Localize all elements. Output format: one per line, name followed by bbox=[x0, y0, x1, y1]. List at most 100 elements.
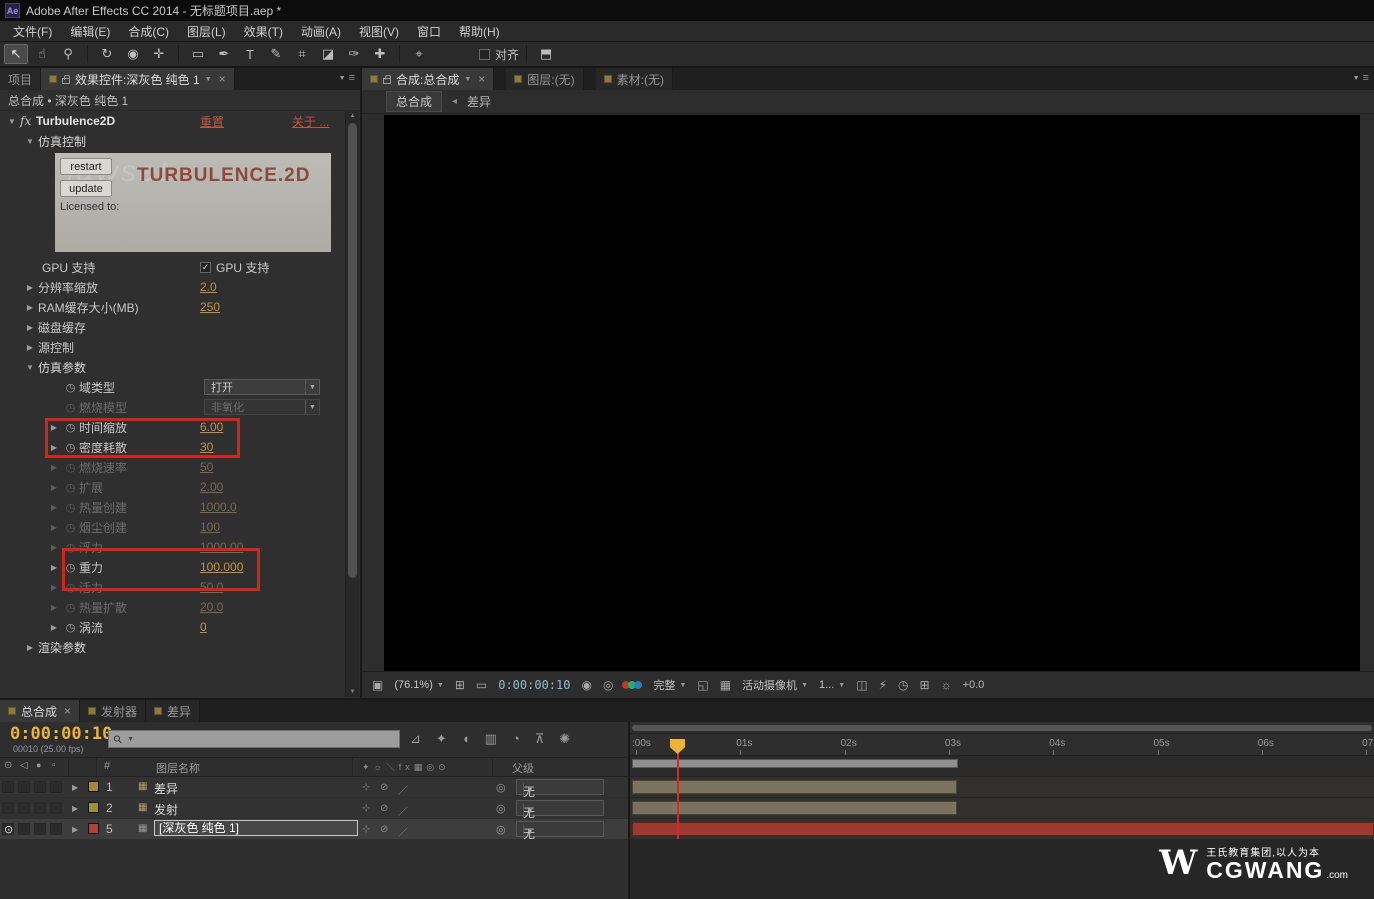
menu-item[interactable]: 合成(C) bbox=[119, 21, 178, 41]
stopwatch-icon[interactable]: ◷ bbox=[62, 441, 79, 454]
stopwatch-icon[interactable]: ◷ bbox=[62, 541, 79, 554]
timeline-tab-3[interactable]: 差异 bbox=[146, 700, 201, 722]
effect-group-row[interactable]: ▶ 渲染参数 bbox=[0, 637, 360, 657]
sim-control-group-row[interactable]: ▼ 仿真控制 bbox=[0, 131, 360, 151]
param-value[interactable]: 0 bbox=[200, 620, 207, 634]
timeline-button-icon[interactable]: ◷ bbox=[898, 678, 908, 692]
effect-param-row[interactable]: ▶ 源控制 bbox=[0, 337, 360, 357]
effect-param-row[interactable]: ▶ ◷ 扩展 2.00 bbox=[0, 477, 360, 497]
layer-switch-cell[interactable] bbox=[34, 781, 46, 793]
param-value[interactable]: 100.000 bbox=[200, 560, 243, 574]
effect-param-row[interactable]: ▶ ◷ 活力 50.0 bbox=[0, 577, 360, 597]
param-value[interactable]: 2.00 bbox=[200, 480, 223, 494]
twirl-icon[interactable]: ▶ bbox=[46, 583, 62, 592]
twirl-icon[interactable]: ▶ bbox=[46, 503, 62, 512]
effect-param-row[interactable]: ▶ ◷ 重力 100.000 bbox=[0, 557, 360, 577]
roi-icon[interactable]: ◱ bbox=[697, 678, 708, 692]
layer-switch-icon[interactable]: ／ bbox=[398, 782, 408, 797]
twirl-icon[interactable]: ▶ bbox=[46, 483, 62, 492]
viewer-timecode[interactable]: 0:00:00:10 bbox=[498, 678, 570, 692]
parent-dropdown[interactable]: 无 ▼ bbox=[516, 779, 604, 799]
layer-switch-icon[interactable]: ⊘ bbox=[380, 782, 388, 793]
panel-menu-icon[interactable]: ▼ ≡ bbox=[339, 72, 355, 84]
effect-param-row[interactable]: ▶ ◷ 热量创建 1000.0 bbox=[0, 497, 360, 517]
layer-duration-bar[interactable] bbox=[632, 822, 1374, 836]
layer-name[interactable]: 发射 bbox=[154, 801, 178, 818]
lock-icon[interactable] bbox=[383, 74, 391, 84]
menu-item[interactable]: 动画(A) bbox=[292, 21, 350, 41]
brush-tool-icon[interactable]: ✎ bbox=[264, 44, 288, 64]
menu-item[interactable]: 窗口 bbox=[408, 21, 450, 41]
scroll-down-icon[interactable]: ▼ bbox=[346, 687, 359, 697]
update-button[interactable]: update bbox=[60, 180, 112, 197]
parent-dropdown[interactable]: 无 ▼ bbox=[516, 800, 604, 820]
eraser-tool-icon[interactable]: ◪ bbox=[316, 44, 340, 64]
layer-switch-icon[interactable]: ⊹ bbox=[362, 803, 370, 814]
stopwatch-icon[interactable]: ◷ bbox=[62, 561, 79, 574]
current-time-indicator-line[interactable] bbox=[677, 739, 679, 839]
stopwatch-icon[interactable]: ◷ bbox=[62, 521, 79, 534]
menu-item[interactable]: 编辑(E) bbox=[61, 21, 119, 41]
effect-param-row[interactable]: ▶ ◷ 燃烧速率 50 bbox=[0, 457, 360, 477]
grid-options-icon[interactable]: ⊞ bbox=[455, 678, 465, 692]
chevron-down-icon[interactable]: ▼ bbox=[205, 76, 212, 83]
layer-switch-icon[interactable]: ⊘ bbox=[380, 824, 388, 835]
effect-param-row[interactable]: ▶ ◷ 热量扩散 20.0 bbox=[0, 597, 360, 617]
param-value[interactable]: 250 bbox=[200, 300, 220, 314]
stopwatch-icon[interactable]: ◷ bbox=[62, 621, 79, 634]
twirl-icon[interactable]: ▶ bbox=[46, 423, 62, 432]
gpu-checkbox[interactable]: ✓ bbox=[200, 261, 211, 273]
comp-breadcrumb[interactable]: 总合成 bbox=[386, 91, 443, 112]
tab-project[interactable]: 项目 bbox=[0, 68, 42, 90]
motion-blur-icon[interactable]: ◔ bbox=[512, 731, 520, 747]
layer-track[interactable] bbox=[630, 777, 1374, 797]
show-snapshot-icon[interactable]: ◎ bbox=[603, 678, 613, 692]
selection-tool-icon[interactable]: ↖ bbox=[4, 44, 28, 64]
snapshot-icon[interactable]: ◉ bbox=[581, 678, 591, 692]
roto-brush-tool-icon[interactable]: ✑ bbox=[342, 44, 366, 64]
layer-color-chip[interactable] bbox=[88, 802, 99, 813]
stopwatch-icon[interactable]: ◷ bbox=[62, 401, 79, 414]
close-icon[interactable]: × bbox=[64, 704, 71, 718]
graph-editor-icon[interactable]: ⊼ bbox=[535, 731, 545, 747]
work-area-bar[interactable] bbox=[632, 759, 958, 768]
show-channel-icon[interactable] bbox=[622, 681, 643, 689]
tab-effect-controls[interactable]: 效果控件:深灰色 纯色 1 ▼ × bbox=[41, 68, 235, 90]
menu-item[interactable]: 视图(V) bbox=[350, 21, 408, 41]
resolution-select[interactable]: 完整 ▼ bbox=[653, 677, 686, 693]
brainstorm-icon[interactable]: ✺ bbox=[559, 731, 570, 747]
twirl-icon[interactable]: ▶ bbox=[46, 463, 62, 472]
stopwatch-icon[interactable]: ◷ bbox=[62, 381, 79, 394]
exposure-value[interactable]: +0.0 bbox=[963, 679, 985, 691]
layer-color-chip[interactable] bbox=[88, 781, 99, 792]
layer-track[interactable] bbox=[630, 798, 1374, 818]
param-value[interactable]: 1000.00 bbox=[200, 540, 243, 554]
layer-switch-cell[interactable] bbox=[34, 802, 46, 814]
effect-param-row[interactable]: ▶ ◷ 浮力 1000.00 bbox=[0, 537, 360, 557]
frame-blend-icon[interactable]: ▥ bbox=[485, 731, 497, 747]
layer-switch-icon[interactable]: ／ bbox=[398, 824, 408, 839]
draft-3d-icon[interactable]: ✦ bbox=[436, 731, 447, 747]
clone-stamp-tool-icon[interactable]: ⌗ bbox=[290, 44, 314, 64]
panel-menu-icon[interactable]: ▼ ≡ bbox=[1353, 72, 1369, 84]
param-value[interactable]: 50.0 bbox=[200, 580, 223, 594]
parent-pickwhip-icon[interactable]: ◎ bbox=[496, 802, 506, 815]
eye-icon[interactable]: ⊙ bbox=[4, 823, 13, 836]
comp-mini-flowchart-icon[interactable]: ⊿ bbox=[410, 731, 421, 747]
menu-item[interactable]: 效果(T) bbox=[235, 21, 292, 41]
fit-icon[interactable]: ▣ bbox=[372, 678, 383, 692]
scroll-up-icon[interactable]: ▲ bbox=[346, 111, 359, 121]
param-value[interactable]: 2.0 bbox=[200, 280, 217, 294]
param-value[interactable]: 6.00 bbox=[200, 420, 223, 434]
menu-item[interactable]: 图层(L) bbox=[178, 21, 235, 41]
time-ruler[interactable]: :00s 01s 02s 03s 04s 05s 06s 07 bbox=[630, 734, 1374, 756]
layer-switch-cell[interactable] bbox=[34, 823, 46, 835]
twirl-icon[interactable]: ▶ bbox=[46, 523, 62, 532]
close-icon[interactable]: × bbox=[478, 72, 485, 86]
layer-switch-cell[interactable] bbox=[2, 802, 14, 814]
twirl-icon[interactable]: ▶ bbox=[22, 323, 38, 332]
twirl-icon[interactable]: ▶ bbox=[46, 563, 62, 572]
scrollbar-thumb[interactable] bbox=[348, 123, 357, 578]
menu-item[interactable]: 帮助(H) bbox=[450, 21, 509, 41]
effect-param-row[interactable]: ▶ RAM缓存大小(MB) 250 bbox=[0, 297, 360, 317]
